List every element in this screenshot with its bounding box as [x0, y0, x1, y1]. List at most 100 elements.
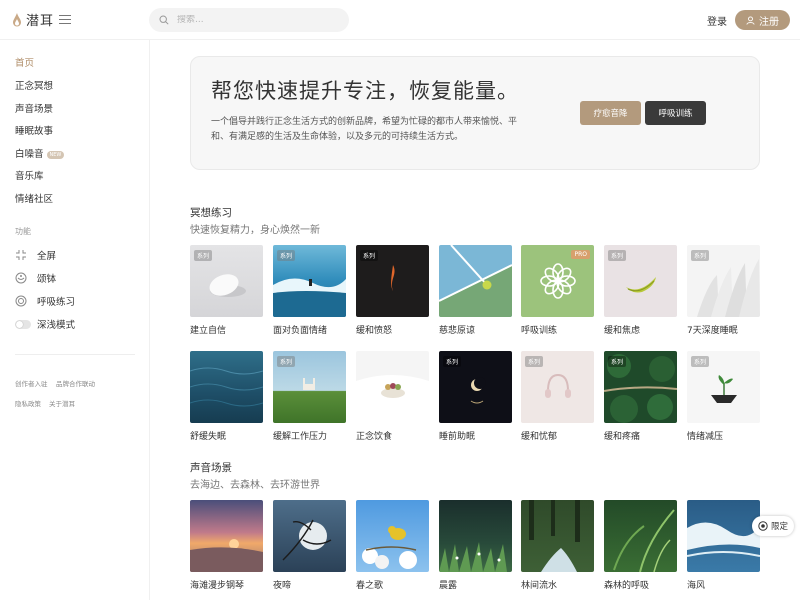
card-title: 面对负面情绪	[273, 326, 328, 336]
card-title: 森林的呼吸	[604, 581, 650, 591]
card-mindful-eating[interactable]: 正念饮食	[356, 351, 429, 442]
search-input[interactable]	[177, 15, 337, 25]
nav-item-community[interactable]: 情绪社区	[15, 191, 53, 205]
moon-branch-illustration	[282, 519, 332, 561]
func-breathing[interactable]: 呼吸练习	[15, 294, 75, 308]
card-anxiety[interactable]: 系列 缓和焦虑	[604, 245, 677, 336]
login-link[interactable]: 登录	[707, 13, 727, 28]
series-tag: 系列	[525, 356, 544, 367]
card-beach-piano[interactable]: 海滩漫步钢琴	[190, 500, 263, 591]
card-title: 舒缓失眠	[190, 432, 227, 442]
bird-blossom-illustration	[362, 526, 417, 569]
ocean-wave-illustration	[687, 522, 760, 557]
card-night-cry[interactable]: 夜啼	[273, 500, 346, 591]
fullscreen-icon	[16, 250, 26, 260]
footer-link-brand[interactable]: 品牌合作联动	[56, 378, 95, 388]
card-thumbnail: 系列	[687, 245, 760, 317]
func-breathing-label: 呼吸练习	[37, 297, 76, 308]
card-work-stress[interactable]: 系列 缓解工作压力	[273, 351, 346, 442]
card-forest-stream[interactable]: 林间流水	[521, 500, 594, 591]
card-deep-sleep[interactable]: 系列 7天深度睡眠	[687, 245, 760, 336]
footer-link-privacy[interactable]: 隐私政策	[15, 398, 41, 408]
func-singing-bowl[interactable]: 颂钵	[15, 271, 56, 285]
card-thumbnail	[190, 500, 263, 572]
sunset-beach-illustration	[190, 539, 263, 572]
card-thumbnail: 系列	[604, 351, 677, 423]
card-insomnia[interactable]: 舒缓失眠	[190, 351, 263, 442]
card-confidence[interactable]: 系列 建立自信	[190, 245, 263, 336]
series-tag: 系列	[277, 250, 296, 261]
breathing-training-button[interactable]: 呼吸训练	[645, 101, 706, 125]
series-tag: 系列	[360, 250, 379, 261]
series-tag: 系列	[443, 356, 462, 367]
card-breathing-training[interactable]: PRO 呼吸训练	[521, 245, 594, 336]
card-title: 春之歌	[356, 581, 384, 591]
series-tag: 系列	[608, 356, 627, 367]
card-pain[interactable]: 系列 缓和疼痛	[604, 351, 677, 442]
card-thumbnail: 系列	[190, 245, 263, 317]
card-title: 夜啼	[273, 581, 292, 591]
fruit-bowl-illustration	[356, 351, 429, 398]
footer-link-about[interactable]: 关于潜耳	[49, 398, 75, 408]
card-sleep-aid[interactable]: 系列 睡前助眠	[439, 351, 512, 442]
card-thumbnail	[190, 351, 263, 423]
card-anger[interactable]: 系列 缓和愤怒	[356, 245, 429, 336]
card-spring-song[interactable]: 春之歌	[356, 500, 429, 591]
card-emotion-relief[interactable]: 系列 情绪减压	[687, 351, 760, 442]
card-title: 情绪减压	[687, 432, 724, 442]
section-subtitle: 快速恢复精力，身心焕然一新	[190, 225, 320, 236]
func-dark-mode-label: 深浅模式	[37, 320, 76, 331]
series-tag: 系列	[608, 250, 627, 261]
card-thumbnail	[604, 500, 677, 572]
func-singing-bowl-label: 颂钵	[37, 274, 57, 285]
nav-item-meditation[interactable]: 正念冥想	[15, 78, 53, 92]
card-title: 睡前助眠	[439, 432, 476, 442]
new-badge: NEW	[46, 150, 65, 159]
card-morning-dew[interactable]: 晨露	[439, 500, 512, 591]
limited-offer-button[interactable]: 限定	[752, 516, 794, 536]
card-title: 缓和忧郁	[521, 432, 558, 442]
func-dark-mode[interactable]: 深浅模式	[15, 317, 75, 331]
forest-stream-illustration	[529, 500, 580, 572]
nav-item-home[interactable]: 首页	[15, 55, 34, 69]
register-button[interactable]: 注册	[735, 10, 790, 30]
card-thumbnail: 系列	[356, 245, 429, 317]
nav-item-sleep-stories[interactable]: 睡眠故事	[15, 123, 53, 137]
hamburger-menu-icon[interactable]	[59, 15, 71, 25]
nav-item-white-noise[interactable]: 白噪音 NEW	[15, 146, 65, 160]
card-depression[interactable]: 系列 缓和忧郁	[521, 351, 594, 442]
nav-item-music-library[interactable]: 音乐库	[15, 168, 44, 182]
search-bar[interactable]	[149, 8, 349, 32]
card-title: 海滩漫步钢琴	[190, 581, 245, 591]
card-thumbnail	[687, 500, 760, 572]
top-header: 潜耳 登录 注册	[0, 0, 800, 40]
nav-item-soundscape[interactable]: 声音场景	[15, 101, 53, 115]
card-thumbnail	[273, 500, 346, 572]
footer-link-creator[interactable]: 创作者入驻	[15, 378, 48, 388]
card-forest-breath[interactable]: 森林的呼吸	[604, 500, 677, 591]
nav-item-white-noise-label: 白噪音	[15, 149, 44, 160]
logo[interactable]: 潜耳	[12, 10, 54, 29]
healing-music-button[interactable]: 疗愈音降	[580, 101, 641, 125]
card-compassion[interactable]: 慈悲原谅	[439, 245, 512, 336]
card-negative-emotion[interactable]: 系列 面对负面情绪	[273, 245, 346, 336]
card-thumbnail: 系列	[439, 351, 512, 423]
fern-leaves-illustration	[613, 509, 675, 572]
logo-text: 潜耳	[26, 14, 55, 29]
meditation-section-header: 冥想练习 快速恢复精力，身心焕然一新	[190, 205, 320, 236]
series-tag: 系列	[691, 250, 710, 261]
register-label: 注册	[759, 16, 779, 28]
section-title: 冥想练习	[190, 207, 232, 219]
card-thumbnail: 系列	[604, 245, 677, 317]
tennis-court-illustration	[439, 245, 512, 317]
card-title: 缓和愤怒	[356, 326, 393, 336]
logo-flame-icon	[13, 12, 21, 26]
card-sea-breeze[interactable]: 海风	[687, 500, 760, 591]
card-title: 晨露	[439, 581, 458, 591]
series-tag: 系列	[277, 356, 296, 367]
sidebar-divider	[15, 354, 135, 355]
series-tag: 系列	[691, 356, 710, 367]
section-subtitle: 去海边、去森林、去环游世界	[190, 480, 320, 491]
dark-mode-toggle[interactable]	[15, 319, 31, 329]
func-fullscreen[interactable]: 全屏	[15, 248, 56, 262]
